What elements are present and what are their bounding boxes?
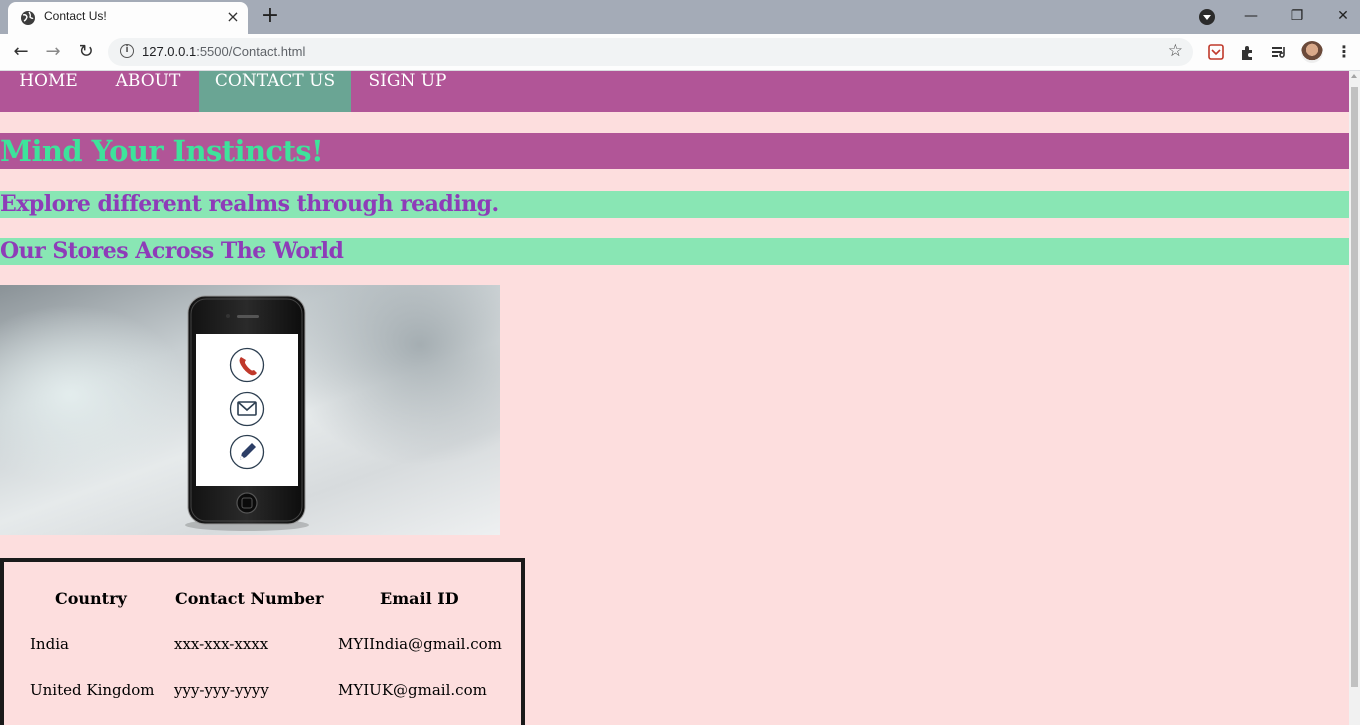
pencil-icon bbox=[229, 434, 265, 470]
scroll-up-icon[interactable] bbox=[1351, 74, 1357, 78]
page-title: Mind Your Instincts! bbox=[0, 133, 1349, 169]
mail-icon bbox=[229, 391, 265, 427]
globe-icon bbox=[21, 11, 35, 25]
forward-icon[interactable]: → bbox=[41, 40, 65, 64]
tab-search-icon[interactable] bbox=[1199, 9, 1215, 25]
tab-strip: Contact Us! × + — ❐ ✕ bbox=[0, 0, 1360, 34]
browser-tab[interactable]: Contact Us! × bbox=[8, 2, 248, 34]
site-navbar: HOME ABOUT CONTACT US SIGN UP bbox=[0, 71, 1349, 112]
url-text: 127.0.0.1:5500/Contact.html bbox=[142, 44, 306, 59]
reload-icon[interactable]: ↻ bbox=[74, 40, 98, 64]
avatar[interactable] bbox=[1301, 41, 1323, 63]
stores-heading: Our Stores Across The World bbox=[0, 238, 1349, 265]
back-icon[interactable]: ← bbox=[9, 40, 33, 64]
nav-signup-link[interactable]: SIGN UP bbox=[351, 71, 464, 112]
table-cell-country: United Kingdom bbox=[30, 681, 155, 699]
restore-icon[interactable]: ❐ bbox=[1282, 4, 1312, 28]
star-icon[interactable]: ☆ bbox=[1168, 41, 1183, 61]
tab-close-icon[interactable]: × bbox=[224, 8, 242, 26]
close-icon[interactable]: ✕ bbox=[1328, 4, 1358, 28]
table-header-contact: Contact Number bbox=[175, 589, 324, 608]
nav-contact-link[interactable]: CONTACT US bbox=[199, 71, 351, 112]
page-scrollbar[interactable] bbox=[1349, 71, 1360, 725]
tagline: Explore different realms through reading… bbox=[0, 191, 1349, 218]
tab-title: Contact Us! bbox=[44, 9, 107, 23]
info-icon[interactable]: i bbox=[120, 44, 134, 58]
table-cell-email: MYIIndia@gmail.com bbox=[338, 635, 502, 653]
menu-icon[interactable]: ⋮ bbox=[1336, 41, 1352, 63]
table-cell-contact: yyy-yyy-yyyy bbox=[174, 681, 269, 699]
address-bar[interactable]: i 127.0.0.1:5500/Contact.html ☆ bbox=[108, 38, 1193, 66]
stores-table: Country Contact Number Email ID India xx… bbox=[0, 558, 525, 725]
table-cell-email: MYIUK@gmail.com bbox=[338, 681, 487, 699]
nav-home-link[interactable]: HOME bbox=[0, 71, 97, 112]
scrollbar-thumb[interactable] bbox=[1351, 87, 1358, 687]
table-cell-contact: xxx-xxx-xxxx bbox=[174, 635, 269, 653]
reading-list-icon[interactable] bbox=[1270, 43, 1288, 61]
table-header-email: Email ID bbox=[380, 589, 459, 608]
extensions-icon[interactable] bbox=[1239, 43, 1257, 61]
page-viewport: HOME ABOUT CONTACT US SIGN UP Mind Your … bbox=[0, 71, 1349, 725]
nav-about-link[interactable]: ABOUT bbox=[97, 71, 199, 112]
minimize-icon[interactable]: — bbox=[1236, 4, 1266, 28]
phone-call-icon bbox=[229, 347, 265, 383]
phone-illustration bbox=[185, 295, 309, 531]
new-tab-button[interactable]: + bbox=[258, 5, 282, 29]
browser-toolbar: ← → ↻ i 127.0.0.1:5500/Contact.html ☆ ⋮ bbox=[0, 34, 1360, 71]
table-cell-country: India bbox=[30, 635, 69, 653]
pocket-icon[interactable] bbox=[1207, 43, 1225, 61]
contact-phone-image bbox=[0, 285, 500, 535]
table-header-country: Country bbox=[55, 589, 127, 608]
